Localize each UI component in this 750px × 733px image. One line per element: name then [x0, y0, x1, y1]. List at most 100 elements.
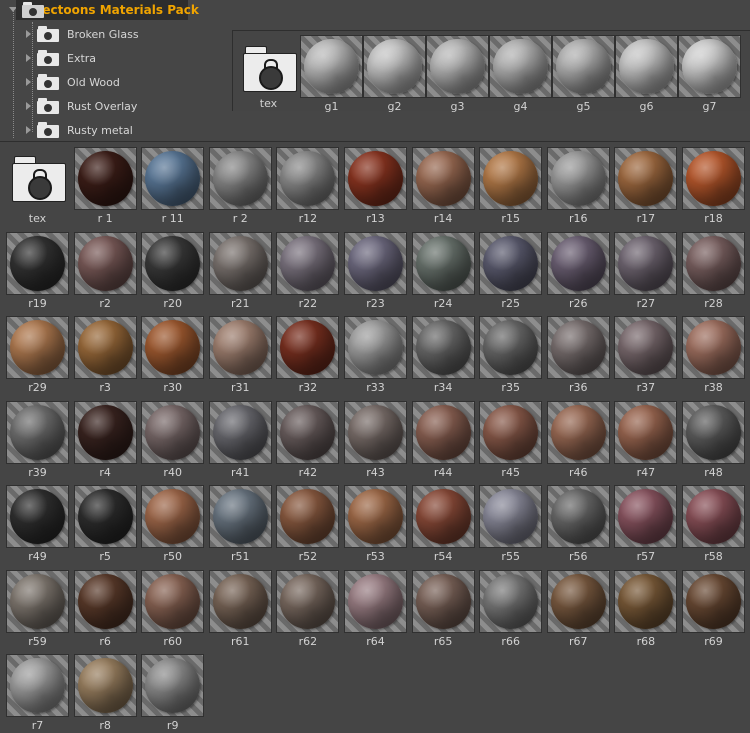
material-cell[interactable]: r42 [276, 400, 340, 479]
material-thumbnail[interactable] [546, 316, 610, 379]
material-thumbnail[interactable] [614, 231, 678, 295]
material-thumbnail[interactable] [479, 569, 543, 633]
material-thumbnail[interactable] [208, 231, 272, 295]
expand-arrow-icon[interactable] [26, 30, 31, 38]
material-thumbnail[interactable] [678, 35, 741, 98]
material-cell[interactable]: r 11 [141, 147, 205, 225]
expand-arrow-icon[interactable] [26, 78, 31, 86]
material-thumbnail[interactable] [300, 35, 363, 98]
tree-item[interactable]: Rust Overlay [26, 95, 137, 117]
material-cell[interactable]: r56 [546, 485, 610, 563]
material-cell[interactable]: r24 [411, 231, 475, 310]
material-cell[interactable]: r19 [6, 231, 69, 310]
material-thumbnail[interactable] [6, 316, 69, 379]
material-cell[interactable]: r41 [208, 400, 272, 479]
material-cell[interactable]: r18 [682, 147, 745, 225]
material-cell[interactable]: r55 [479, 485, 543, 563]
material-cell[interactable]: r40 [141, 400, 205, 479]
material-cell[interactable]: r12 [276, 147, 340, 225]
material-thumbnail[interactable] [682, 316, 745, 379]
material-thumbnail[interactable] [546, 400, 610, 464]
material-cell[interactable]: g7 [678, 35, 741, 113]
material-cell[interactable]: g6 [615, 35, 678, 113]
material-cell[interactable]: r50 [141, 485, 205, 563]
material-cell[interactable]: r45 [479, 400, 543, 479]
material-cell[interactable]: r49 [6, 485, 69, 563]
material-cell[interactable]: r26 [546, 231, 610, 310]
tree-item[interactable]: Broken Glass [26, 23, 139, 45]
material-cell[interactable]: r67 [546, 569, 610, 648]
material-thumbnail[interactable] [546, 485, 610, 548]
material-cell[interactable]: g1 [300, 35, 363, 113]
material-thumbnail[interactable] [6, 654, 69, 717]
expand-arrow-icon[interactable] [26, 126, 31, 134]
material-cell[interactable]: r68 [614, 569, 678, 648]
material-thumbnail[interactable] [426, 35, 489, 98]
material-thumbnail[interactable] [141, 569, 205, 633]
material-cell[interactable]: r66 [479, 569, 543, 648]
material-thumbnail[interactable] [614, 400, 678, 464]
material-thumbnail[interactable] [552, 35, 615, 98]
material-cell[interactable]: r27 [614, 231, 678, 310]
material-thumbnail[interactable] [208, 147, 272, 210]
material-thumbnail[interactable] [276, 485, 340, 548]
material-thumbnail[interactable] [141, 147, 205, 210]
material-cell[interactable]: r48 [682, 400, 745, 479]
material-thumbnail[interactable] [615, 35, 678, 98]
material-cell[interactable]: r6 [73, 569, 137, 648]
material-thumbnail[interactable] [6, 485, 69, 548]
material-thumbnail[interactable] [344, 485, 407, 548]
material-cell[interactable]: r34 [411, 316, 475, 394]
material-cell[interactable]: r53 [344, 485, 407, 563]
material-thumbnail[interactable] [614, 569, 678, 633]
material-thumbnail[interactable] [344, 231, 407, 295]
material-cell[interactable]: r4 [73, 400, 137, 479]
material-thumbnail[interactable] [73, 654, 137, 717]
material-thumbnail[interactable] [73, 231, 137, 295]
material-thumbnail[interactable] [614, 316, 678, 379]
material-thumbnail[interactable] [682, 231, 745, 295]
material-thumbnail[interactable] [276, 316, 340, 379]
material-thumbnail[interactable] [276, 400, 340, 464]
material-thumbnail[interactable] [682, 400, 745, 464]
material-cell[interactable]: g3 [426, 35, 489, 113]
material-cell[interactable]: r7 [6, 654, 69, 732]
material-cell[interactable]: r23 [344, 231, 407, 310]
material-cell[interactable]: r61 [208, 569, 272, 648]
material-cell[interactable]: r14 [411, 147, 475, 225]
material-cell[interactable]: r30 [141, 316, 205, 394]
material-cell[interactable]: r 2 [208, 147, 272, 225]
material-thumbnail[interactable] [411, 231, 475, 295]
material-thumbnail[interactable] [73, 485, 137, 548]
material-cell[interactable]: r31 [208, 316, 272, 394]
material-thumbnail[interactable] [344, 316, 407, 379]
material-cell[interactable]: r32 [276, 316, 340, 394]
material-thumbnail[interactable] [6, 231, 69, 295]
material-thumbnail[interactable] [479, 485, 543, 548]
material-thumbnail[interactable] [479, 231, 543, 295]
tree-item[interactable]: Extra [26, 47, 96, 69]
material-cell[interactable]: r13 [344, 147, 407, 225]
material-thumbnail[interactable] [344, 147, 407, 210]
material-cell[interactable]: r60 [141, 569, 205, 648]
material-cell[interactable]: r17 [614, 147, 678, 225]
material-thumbnail[interactable] [614, 147, 678, 210]
material-cell[interactable]: r51 [208, 485, 272, 563]
material-cell[interactable]: r46 [546, 400, 610, 479]
material-cell[interactable]: r28 [682, 231, 745, 310]
material-cell[interactable]: r9 [141, 654, 205, 732]
material-thumbnail[interactable] [141, 400, 205, 464]
tree-item[interactable]: Old Wood [26, 71, 120, 93]
material-cell[interactable]: r62 [276, 569, 340, 648]
material-thumbnail[interactable] [682, 485, 745, 548]
material-cell[interactable]: r65 [411, 569, 475, 648]
material-thumbnail[interactable] [411, 569, 475, 633]
material-cell[interactable]: r2 [73, 231, 137, 310]
material-thumbnail[interactable] [479, 400, 543, 464]
material-thumbnail[interactable] [6, 569, 69, 633]
material-cell[interactable]: r59 [6, 569, 69, 648]
material-cell[interactable]: r3 [73, 316, 137, 394]
material-cell[interactable]: r44 [411, 400, 475, 479]
material-cell[interactable]: r52 [276, 485, 340, 563]
material-thumbnail[interactable] [73, 569, 137, 633]
